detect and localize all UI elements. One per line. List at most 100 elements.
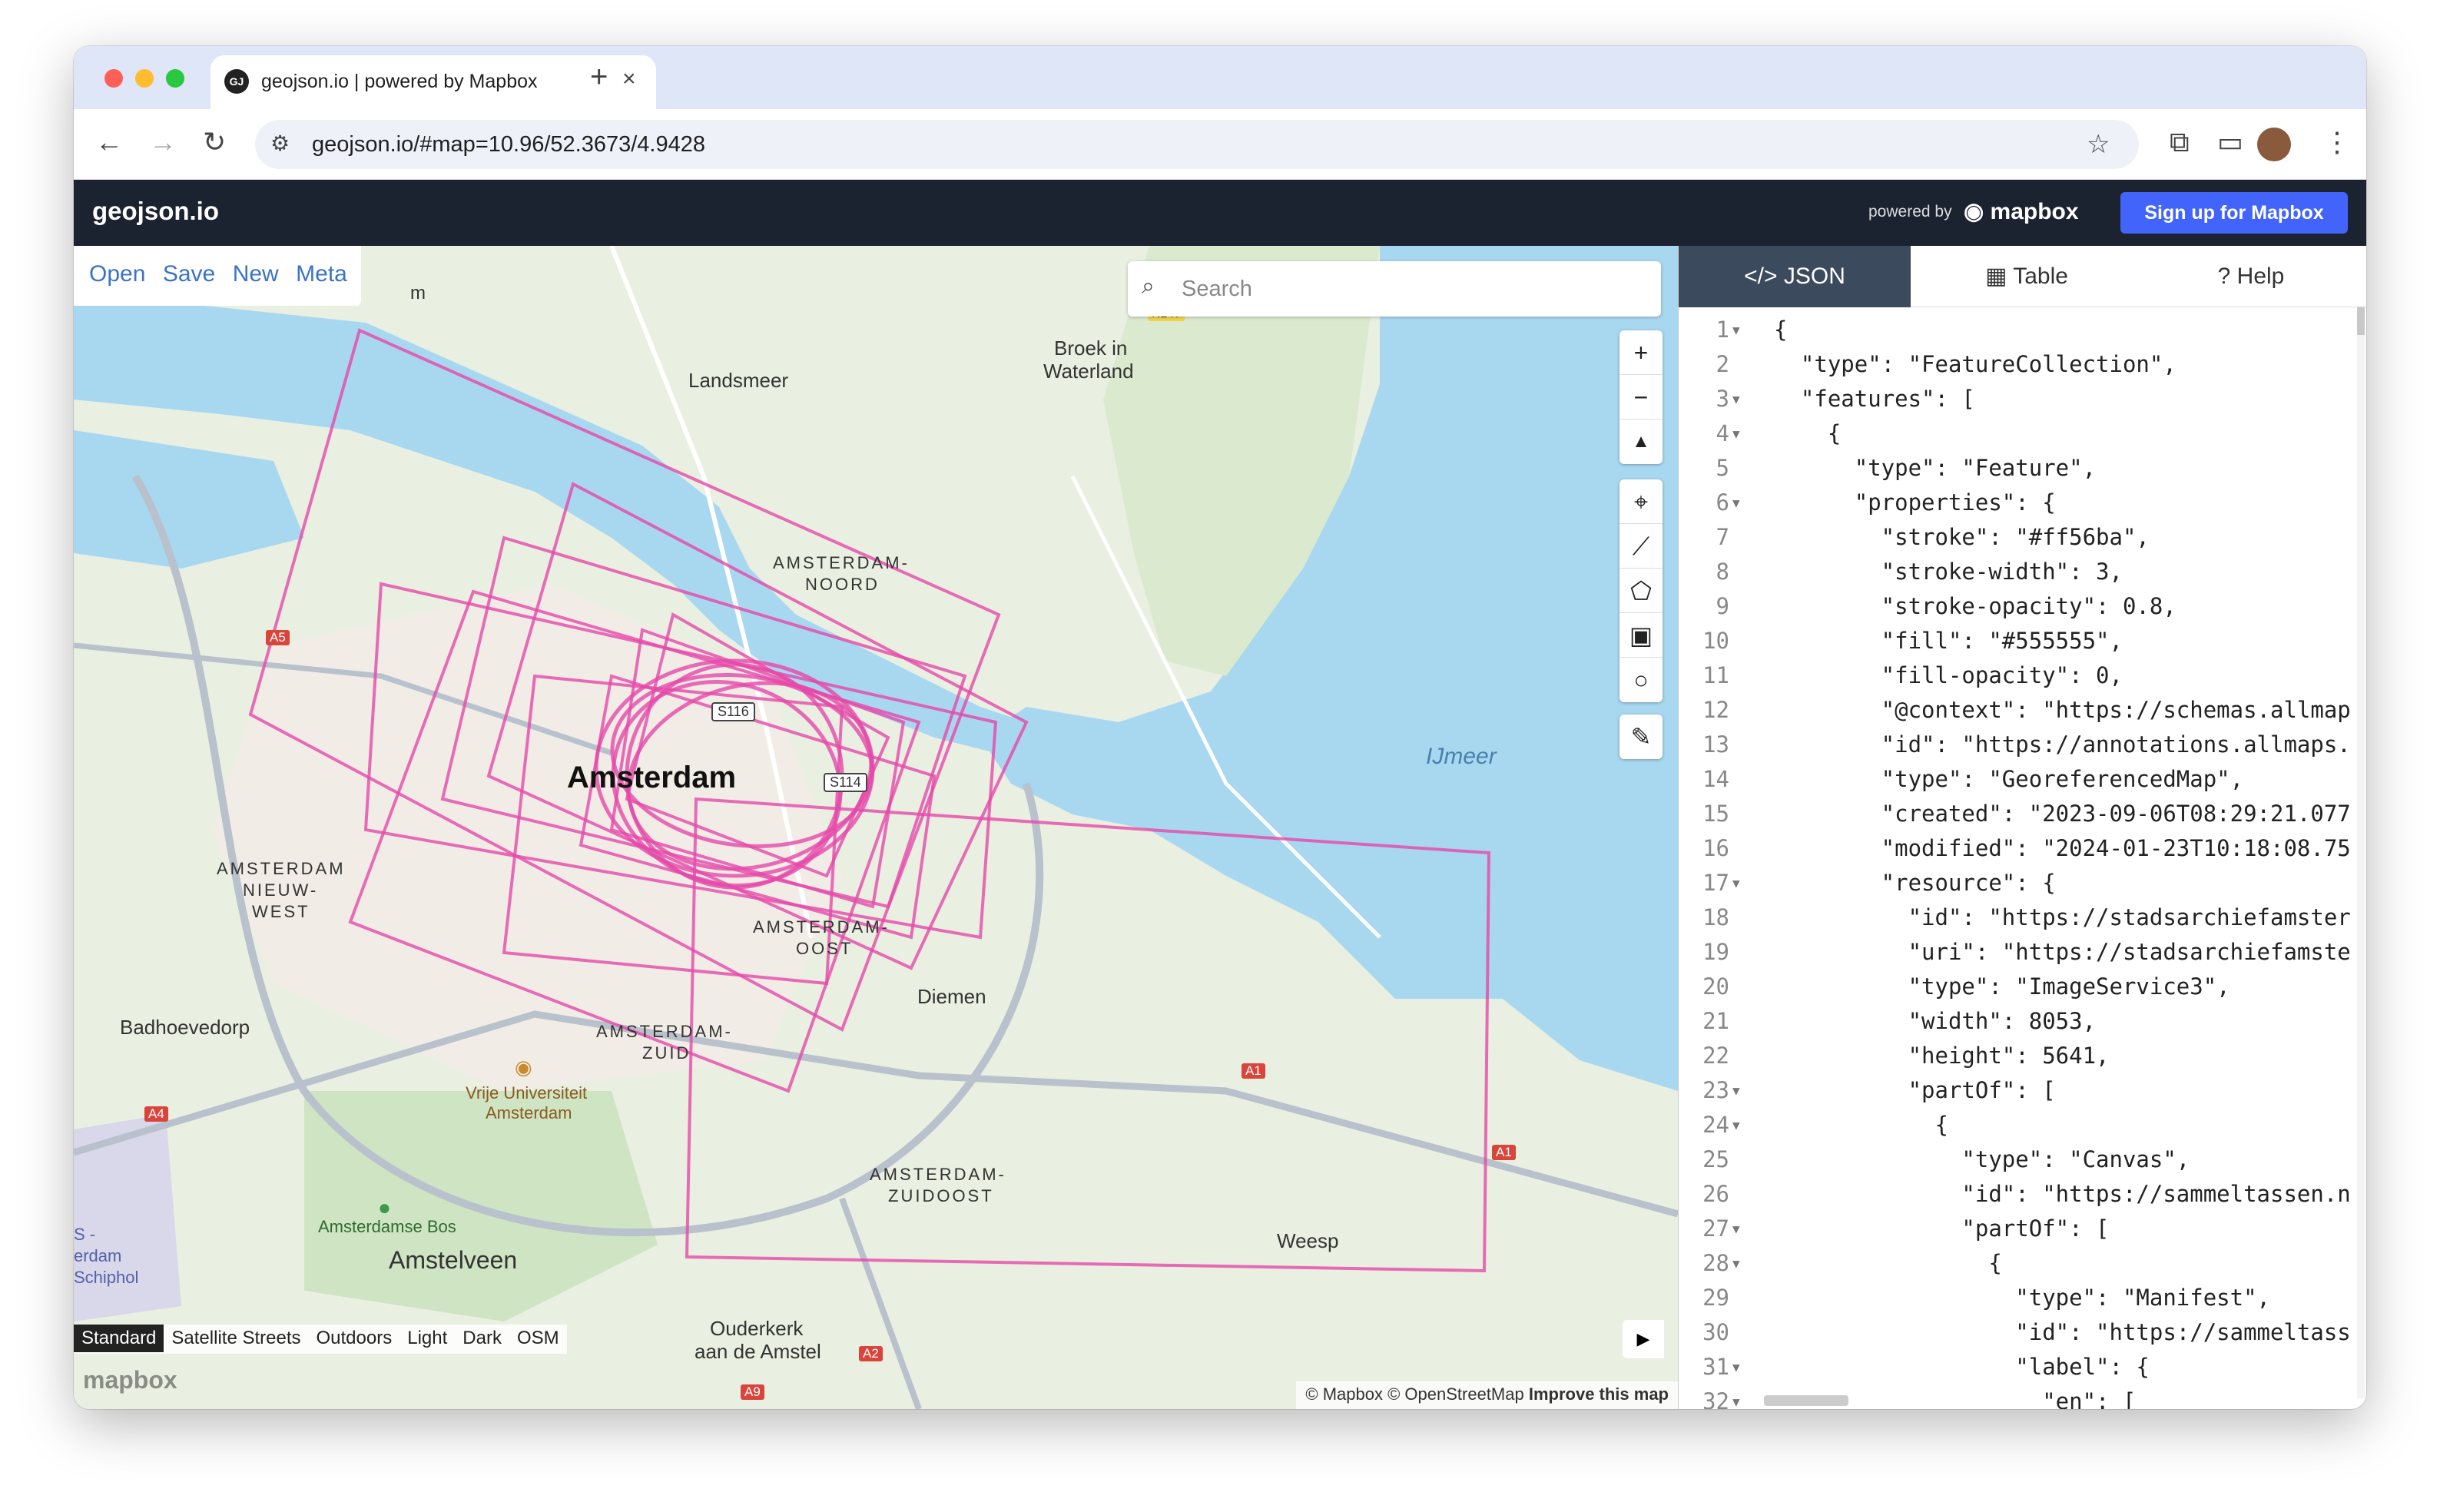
code-text[interactable]: "@context": "https://schemas.allmap	[1774, 697, 2351, 723]
code-text[interactable]: "fill": "#555555",	[1774, 628, 2123, 654]
code-line[interactable]: 19 "uri": "https://stadsarchiefamste	[1679, 939, 2366, 973]
style-outdoors[interactable]: Outdoors	[309, 1325, 400, 1352]
back-icon[interactable]: ←	[95, 126, 123, 158]
code-line[interactable]: 16 "modified": "2024-01-23T10:18:08.75	[1679, 835, 2366, 870]
map-canvas[interactable]: Landsmeer Broek in Waterland AMSTERDAM- …	[74, 246, 1678, 1409]
tab-table[interactable]: ▦ Table	[1911, 246, 2143, 307]
code-line[interactable]: 20 "type": "ImageService3",	[1679, 973, 2366, 1008]
draw-circle-icon[interactable]: ○	[1619, 658, 1663, 702]
draw-rectangle-icon[interactable]: ▣	[1619, 613, 1663, 658]
code-text[interactable]: {	[1774, 1250, 2001, 1276]
open-button[interactable]: Open	[89, 261, 145, 287]
save-button[interactable]: Save	[163, 261, 215, 287]
fold-arrow-icon[interactable]: ▼	[1732, 1256, 1740, 1271]
code-line[interactable]: 30 "id": "https://sammeltass	[1679, 1319, 2366, 1354]
profile-avatar[interactable]	[2257, 128, 2291, 161]
code-line[interactable]: 9 "stroke-opacity": 0.8,	[1679, 593, 2366, 628]
code-line[interactable]: 15 "created": "2023-09-06T08:29:21.077	[1679, 801, 2366, 835]
code-text[interactable]: "id": "https://sammeltass	[1774, 1319, 2351, 1345]
tab-help[interactable]: ? Help	[2135, 246, 2366, 307]
zoom-out-icon[interactable]: −	[1619, 375, 1663, 419]
code-line[interactable]: 25 "type": "Canvas",	[1679, 1146, 2366, 1181]
code-line[interactable]: 26 "id": "https://sammeltassen.n	[1679, 1181, 2366, 1215]
search-box[interactable]: ⌕ Search	[1128, 261, 1661, 317]
style-dark[interactable]: Dark	[455, 1325, 509, 1352]
code-text[interactable]: "type": "FeatureCollection",	[1774, 351, 2176, 377]
code-text[interactable]: "width": 8053,	[1774, 1008, 2096, 1034]
fold-arrow-icon[interactable]: ▼	[1732, 426, 1740, 441]
code-text[interactable]: "resource": {	[1774, 870, 2056, 896]
code-line[interactable]: 13 "id": "https://annotations.allmaps.	[1679, 731, 2366, 766]
close-window-button[interactable]	[104, 69, 123, 88]
code-line[interactable]: 4 ▼ {	[1679, 420, 2366, 455]
code-line[interactable]: 2 "type": "FeatureCollection",	[1679, 351, 2366, 386]
code-text[interactable]: "uri": "https://stadsarchiefamste	[1774, 939, 2351, 965]
meta-button[interactable]: Meta	[296, 261, 347, 287]
code-text[interactable]: "id": "https://sammeltassen.n	[1774, 1181, 2350, 1207]
cast-icon[interactable]: ▭	[2217, 126, 2243, 158]
code-text[interactable]: "type": "ImageService3",	[1774, 973, 2230, 1000]
maximize-window-button[interactable]	[166, 69, 184, 88]
fold-arrow-icon[interactable]: ▼	[1732, 392, 1740, 406]
signup-button[interactable]: Sign up for Mapbox	[2120, 192, 2348, 234]
editor-hscroll-thumb[interactable]	[1764, 1395, 1848, 1406]
new-button[interactable]: New	[233, 261, 279, 287]
code-text[interactable]: "stroke-width": 3,	[1774, 559, 2123, 585]
draw-polygon-icon[interactable]: ⬠	[1619, 569, 1663, 613]
code-text[interactable]: {	[1774, 1112, 1948, 1138]
fold-arrow-icon[interactable]: ▼	[1732, 876, 1740, 890]
mapbox-logo[interactable]: ◉ mapbox	[1964, 198, 2079, 225]
code-text[interactable]: "label": {	[1774, 1354, 2150, 1380]
code-text[interactable]: "stroke-opacity": 0.8,	[1774, 593, 2176, 619]
code-line[interactable]: 5 "type": "Feature",	[1679, 455, 2366, 489]
code-text[interactable]: "type": "GeoreferencedMap",	[1774, 766, 2243, 792]
code-text[interactable]: "type": "Feature",	[1774, 455, 2096, 481]
code-text[interactable]: "fill-opacity": 0,	[1774, 662, 2123, 688]
code-text[interactable]: {	[1774, 317, 1787, 343]
code-line[interactable]: 12 "@context": "https://schemas.allmap	[1679, 697, 2366, 731]
code-line[interactable]: 7 "stroke": "#ff56ba",	[1679, 524, 2366, 559]
code-text[interactable]: "type": "Canvas",	[1774, 1146, 2190, 1172]
style-standard[interactable]: Standard	[74, 1325, 164, 1352]
style-osm[interactable]: OSM	[509, 1325, 567, 1352]
site-info-icon[interactable]: ⚙	[270, 131, 290, 156]
bookmark-star-icon[interactable]: ☆	[2087, 129, 2110, 160]
forward-icon[interactable]: →	[149, 126, 177, 158]
code-line[interactable]: 6 ▼ "properties": {	[1679, 489, 2366, 524]
code-text[interactable]: "height": 5641,	[1774, 1043, 2110, 1069]
zoom-in-icon[interactable]: +	[1619, 330, 1663, 375]
app-logo[interactable]: geojson.io	[92, 197, 219, 226]
code-text[interactable]: "id": "https://annotations.allmaps.	[1774, 731, 2351, 758]
fold-arrow-icon[interactable]: ▼	[1732, 1118, 1740, 1132]
code-text[interactable]: "partOf": [	[1774, 1215, 2109, 1242]
close-tab-icon[interactable]: ×	[622, 66, 636, 92]
code-line[interactable]: 10 "fill": "#555555",	[1679, 628, 2366, 662]
draw-line-icon[interactable]: ⟋	[1619, 524, 1663, 569]
code-line[interactable]: 11 "fill-opacity": 0,	[1679, 662, 2366, 697]
code-text[interactable]: "properties": {	[1774, 489, 2056, 516]
editor-scrollbar[interactable]	[2357, 307, 2365, 1398]
code-line[interactable]: 1 ▼ {	[1679, 317, 2366, 351]
json-editor[interactable]: 1 ▼{2 "type": "FeatureCollection", 3 ▼ "fea…	[1679, 307, 2366, 1409]
reload-icon[interactable]: ↻	[203, 126, 226, 158]
extensions-icon[interactable]: ⧉	[2170, 126, 2190, 159]
compass-icon[interactable]: ▲	[1619, 419, 1663, 464]
fold-arrow-icon[interactable]: ▼	[1732, 1222, 1740, 1236]
code-text[interactable]: "id": "https://stadsarchiefamster	[1774, 904, 2351, 930]
browser-menu-icon[interactable]: ⋮	[2323, 126, 2351, 158]
code-text[interactable]: "partOf": [	[1774, 1077, 2056, 1103]
code-line[interactable]: 22 "height": 5641,	[1679, 1043, 2366, 1077]
code-text[interactable]: "modified": "2024-01-23T10:18:08.75	[1774, 835, 2351, 861]
code-text[interactable]: "stroke": "#ff56ba",	[1774, 524, 2150, 550]
search-input[interactable]: Search	[1182, 277, 1252, 302]
style-satellite-streets[interactable]: Satellite Streets	[164, 1325, 308, 1352]
draw-point-icon[interactable]: ⌖	[1619, 479, 1663, 524]
code-line[interactable]: 28 ▼ {	[1679, 1250, 2366, 1285]
code-line[interactable]: 8 "stroke-width": 3,	[1679, 559, 2366, 593]
code-line[interactable]: 27 ▼ "partOf": [	[1679, 1215, 2366, 1250]
collapse-panel-icon[interactable]: ▶	[1623, 1320, 1664, 1358]
attribution-text[interactable]: © Mapbox © OpenStreetMap	[1305, 1384, 1523, 1404]
code-text[interactable]: "created": "2023-09-06T08:29:21.077	[1774, 801, 2351, 827]
fold-arrow-icon[interactable]: ▼	[1732, 1083, 1740, 1098]
code-line[interactable]: 3 ▼ "features": [	[1679, 386, 2366, 420]
